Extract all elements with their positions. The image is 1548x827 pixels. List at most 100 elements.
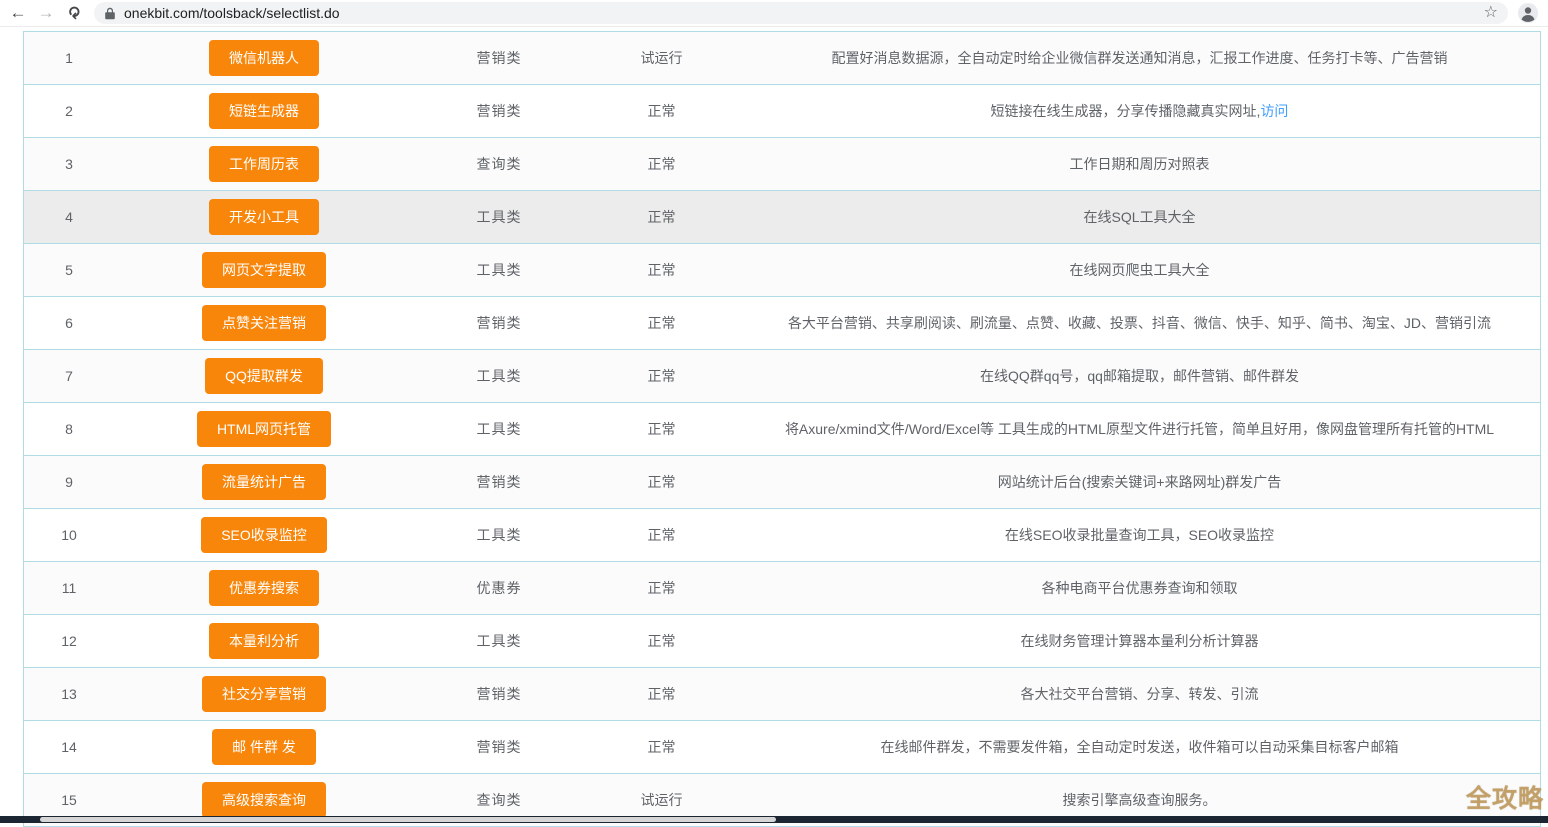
row-number: 6 [24,315,114,331]
category-cell: 工具类 [414,525,584,545]
status-cell: 试运行 [584,48,739,68]
description-cell: 短链接在线生成器，分享传播隐藏真实网址,访问 [739,101,1540,121]
row-number: 8 [24,421,114,437]
tool-button-cell: QQ提取群发 [114,358,414,394]
visit-link[interactable]: 访问 [1260,103,1288,119]
table-row: 13 社交分享营销 营销类 正常 各大社交平台营销、分享、转发、引流 [24,668,1540,721]
description-cell: 在线邮件群发，不需要发件箱，全自动定时发送，收件箱可以自动采集目标客户邮箱 [739,737,1540,757]
tool-button[interactable]: 开发小工具 [209,199,319,235]
forward-icon: → [38,3,55,23]
category-cell: 工具类 [414,260,584,280]
horizontal-scrollbar-thumb[interactable] [40,817,776,822]
lock-icon [104,7,116,20]
tool-button[interactable]: 流量统计广告 [202,464,326,500]
tool-button[interactable]: 邮 件群 发 [212,729,316,765]
tool-button[interactable]: 点赞关注营销 [202,305,326,341]
category-cell: 营销类 [414,48,584,68]
tool-button[interactable]: 社交分享营销 [202,676,326,712]
description-cell: 各大平台营销、共享刷阅读、刷流量、点赞、收藏、投票、抖音、微信、快手、知乎、简书… [739,313,1540,333]
tool-button-cell: 工作周历表 [114,146,414,182]
description-cell: 网站统计后台(搜索关键词+来路网址)群发广告 [739,472,1540,492]
description-cell: 在线SEO收录批量查询工具，SEO收录监控 [739,525,1540,545]
row-number: 3 [24,156,114,172]
tool-button[interactable]: 微信机器人 [209,40,319,76]
category-cell: 工具类 [414,631,584,651]
reload-icon: ⟳ [64,6,84,19]
category-cell: 工具类 [414,419,584,439]
description-cell: 在线财务管理计算器本量利分析计算器 [739,631,1540,651]
category-cell: 营销类 [414,472,584,492]
tool-button-cell: HTML网页托管 [114,411,414,447]
table-row: 8 HTML网页托管 工具类 正常 将Axure/xmind文件/Word/Ex… [24,403,1540,456]
tool-button-cell: 邮 件群 发 [114,729,414,765]
avatar-icon [1517,2,1539,24]
row-number: 12 [24,633,114,649]
description-text: 将Axure/xmind文件/Word/Excel等 工具生成的HTML原型文件… [785,421,1494,437]
category-cell: 营销类 [414,101,584,121]
table-row: 5 网页文字提取 工具类 正常 在线网页爬虫工具大全 [24,244,1540,297]
tool-button[interactable]: 网页文字提取 [202,252,326,288]
table-row: 6 点赞关注营销 营销类 正常 各大平台营销、共享刷阅读、刷流量、点赞、收藏、投… [24,297,1540,350]
tool-button[interactable]: 高级搜索查询 [202,782,326,818]
tool-button-cell: 高级搜索查询 [114,782,414,818]
category-cell: 营销类 [414,737,584,757]
description-text: 在线QQ群qq号，qq邮箱提取，邮件营销、邮件群发 [980,368,1299,384]
tool-button[interactable]: SEO收录监控 [201,517,327,553]
url-text: onekbit.com/toolsback/selectlist.do [124,5,1484,21]
table-row: 9 流量统计广告 营销类 正常 网站统计后台(搜索关键词+来路网址)群发广告 [24,456,1540,509]
tools-table: 1 微信机器人 营销类 试运行 配置好消息数据源，全自动定时给企业微信群发送通知… [23,31,1541,827]
description-text: 短链接在线生成器，分享传播隐藏真实网址, [991,103,1261,119]
status-cell: 正常 [584,578,739,598]
status-cell: 正常 [584,260,739,280]
status-cell: 正常 [584,366,739,386]
description-cell: 配置好消息数据源，全自动定时给企业微信群发送通知消息，汇报工作进度、任务打卡等、… [739,48,1540,68]
status-cell: 正常 [584,472,739,492]
tool-button-cell: 优惠券搜索 [114,570,414,606]
description-cell: 工作日期和周历对照表 [739,154,1540,174]
tool-button[interactable]: 优惠券搜索 [209,570,319,606]
table-row: 10 SEO收录监控 工具类 正常 在线SEO收录批量查询工具，SEO收录监控 [24,509,1540,562]
description-text: 在线SQL工具大全 [1083,209,1195,225]
tool-button[interactable]: 短链生成器 [209,93,319,129]
description-cell: 搜索引擎高级查询服务。 [739,790,1540,810]
row-number: 5 [24,262,114,278]
tool-button-cell: 网页文字提取 [114,252,414,288]
tool-button[interactable]: 本量利分析 [209,623,319,659]
row-number: 13 [24,686,114,702]
description-text: 各大平台营销、共享刷阅读、刷流量、点赞、收藏、投票、抖音、微信、快手、知乎、简书… [788,315,1491,331]
category-cell: 工具类 [414,207,584,227]
address-bar[interactable]: onekbit.com/toolsback/selectlist.do ☆ [94,2,1508,24]
status-cell: 正常 [584,525,739,545]
status-cell: 正常 [584,207,739,227]
reload-button[interactable]: ⟳ [60,1,88,25]
row-number: 2 [24,103,114,119]
description-cell: 各大社交平台营销、分享、转发、引流 [739,684,1540,704]
bookmark-star-icon[interactable]: ☆ [1484,5,1498,21]
status-cell: 试运行 [584,790,739,810]
row-number: 4 [24,209,114,225]
tool-button[interactable]: HTML网页托管 [197,411,331,447]
description-text: 在线财务管理计算器本量利分析计算器 [1021,633,1259,649]
status-cell: 正常 [584,313,739,333]
table-row: 1 微信机器人 营销类 试运行 配置好消息数据源，全自动定时给企业微信群发送通知… [24,32,1540,85]
tool-button[interactable]: 工作周历表 [209,146,319,182]
back-button[interactable]: ← [4,1,32,25]
description-text: 各大社交平台营销、分享、转发、引流 [1021,686,1259,702]
profile-avatar[interactable] [1516,1,1540,25]
description-text: 在线网页爬虫工具大全 [1070,262,1210,278]
category-cell: 营销类 [414,313,584,333]
table-row: 7 QQ提取群发 工具类 正常 在线QQ群qq号，qq邮箱提取，邮件营销、邮件群… [24,350,1540,403]
description-cell: 各种电商平台优惠券查询和领取 [739,578,1540,598]
forward-button[interactable]: → [32,1,60,25]
category-cell: 营销类 [414,684,584,704]
status-cell: 正常 [584,684,739,704]
row-number: 14 [24,739,114,755]
tool-button-cell: 流量统计广告 [114,464,414,500]
tool-button[interactable]: QQ提取群发 [205,358,323,394]
status-cell: 正常 [584,631,739,651]
tool-button-cell: 社交分享营销 [114,676,414,712]
tool-button-cell: 短链生成器 [114,93,414,129]
description-text: 在线邮件群发，不需要发件箱，全自动定时发送，收件箱可以自动采集目标客户邮箱 [881,739,1399,755]
table-row: 3 工作周历表 查询类 正常 工作日期和周历对照表 [24,138,1540,191]
tool-button-cell: 微信机器人 [114,40,414,76]
